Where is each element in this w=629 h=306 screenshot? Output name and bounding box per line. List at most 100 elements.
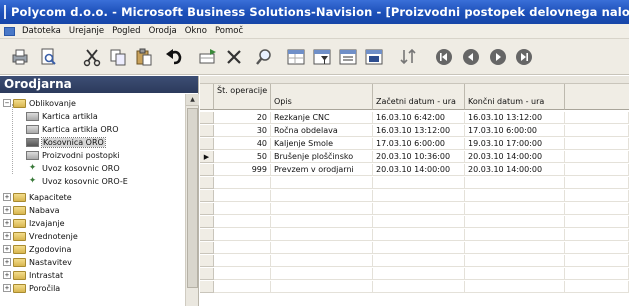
empty-cell[interactable] [465, 177, 565, 189]
show-all-icon[interactable] [362, 44, 386, 70]
tree-item-uvoz-kosovnic-oro-e[interactable]: ✦ Uvoz kosovnic ORO-E [26, 175, 128, 187]
empty-cell[interactable] [214, 281, 271, 293]
insert-icon[interactable] [196, 44, 220, 70]
empty-cell[interactable] [565, 203, 629, 215]
cell-st-operacije[interactable]: 20 [214, 112, 271, 124]
column-header-st-operacije[interactable]: Št. operacije [214, 84, 271, 110]
cell-koncni-datum[interactable]: 20.03.10 14:00:00 [465, 164, 565, 176]
tree-item-kosovnica-oro[interactable]: Kosovnica ORO [26, 136, 106, 148]
empty-cell[interactable] [465, 281, 565, 293]
empty-cell[interactable] [373, 216, 465, 228]
empty-cell[interactable] [373, 177, 465, 189]
tree-item-intrastat[interactable]: + Intrastat [3, 269, 63, 281]
expand-icon[interactable]: + [3, 219, 11, 227]
cell-st-operacije[interactable]: 50 [214, 151, 271, 163]
column-header-zacetni-datum[interactable]: Začetni datum - ura [373, 84, 465, 110]
copy-icon[interactable] [106, 44, 130, 70]
expand-icon[interactable]: + [3, 245, 11, 253]
row-selector[interactable] [200, 281, 214, 293]
next-record-icon[interactable] [486, 44, 510, 70]
field-filter-icon[interactable] [310, 44, 334, 70]
empty-cell[interactable] [373, 268, 465, 280]
empty-cell[interactable] [373, 229, 465, 241]
row-selector[interactable] [200, 125, 214, 137]
tree-item-izvajanje[interactable]: + Izvajanje [3, 217, 65, 229]
row-selector[interactable] [200, 216, 214, 228]
document-menu-icon[interactable] [4, 26, 15, 36]
collapse-icon[interactable]: − [3, 99, 11, 107]
tree-item-kartica-artikla[interactable]: Kartica artikla [26, 110, 98, 122]
empty-cell[interactable] [214, 177, 271, 189]
empty-cell[interactable] [565, 190, 629, 202]
print-preview-icon[interactable] [36, 44, 60, 70]
menu-pomoc[interactable]: Pomoč [211, 26, 247, 36]
empty-cell[interactable] [373, 281, 465, 293]
empty-cell[interactable] [565, 229, 629, 241]
tree-item-uvoz-kosovnic-oro[interactable]: ✦ Uvoz kosovnic ORO [26, 162, 120, 174]
cell-opis[interactable]: Ročna obdelava [271, 125, 373, 137]
cell-st-operacije[interactable]: 999 [214, 164, 271, 176]
menu-pogled[interactable]: Pogled [108, 26, 144, 36]
empty-cell[interactable] [373, 255, 465, 267]
menu-orodja[interactable]: Orodja [145, 26, 181, 36]
empty-cell[interactable] [271, 216, 373, 228]
cut-icon[interactable] [80, 44, 104, 70]
cell-zacetni-datum[interactable]: 17.03.10 6:00:00 [373, 138, 465, 150]
row-selector[interactable] [200, 229, 214, 241]
last-record-icon[interactable] [512, 44, 536, 70]
row-selector[interactable] [200, 203, 214, 215]
undo-icon[interactable] [163, 44, 187, 70]
empty-cell[interactable] [565, 216, 629, 228]
cell-zacetni-datum[interactable]: 20.03.10 10:36:00 [373, 151, 465, 163]
empty-cell[interactable] [271, 268, 373, 280]
tree-item-vrednotenje[interactable]: + Vrednotenje [3, 230, 78, 242]
cell-empty[interactable] [565, 125, 629, 137]
empty-cell[interactable] [465, 216, 565, 228]
cell-koncni-datum[interactable]: 20.03.10 14:00:00 [465, 151, 565, 163]
cell-empty[interactable] [565, 112, 629, 124]
scrollbar-thumb[interactable] [187, 108, 198, 288]
cell-zacetni-datum[interactable]: 20.03.10 14:00:00 [373, 164, 465, 176]
expand-icon[interactable]: + [3, 206, 11, 214]
cell-zacetni-datum[interactable]: 16.03.10 13:12:00 [373, 125, 465, 137]
expand-icon[interactable]: + [3, 232, 11, 240]
empty-cell[interactable] [271, 255, 373, 267]
menu-urejanje[interactable]: Urejanje [65, 26, 108, 36]
empty-cell[interactable] [465, 242, 565, 254]
empty-cell[interactable] [465, 229, 565, 241]
menu-okno[interactable]: Okno [181, 26, 211, 36]
empty-cell[interactable] [465, 190, 565, 202]
cell-empty[interactable] [565, 164, 629, 176]
find-icon[interactable] [252, 44, 276, 70]
navigation-scrollbar[interactable]: ▲ [185, 94, 199, 306]
empty-cell[interactable] [271, 229, 373, 241]
print-icon[interactable] [8, 44, 32, 70]
empty-cell[interactable] [373, 203, 465, 215]
cell-empty[interactable] [565, 151, 629, 163]
menu-datoteka[interactable]: Datoteka [18, 26, 65, 36]
cell-zacetni-datum[interactable]: 16.03.10 6:42:00 [373, 112, 465, 124]
tree-item-zgodovina[interactable]: + Zgodovina [3, 243, 71, 255]
cell-koncni-datum[interactable]: 19.03.10 17:00:00 [465, 138, 565, 150]
row-selector[interactable] [200, 190, 214, 202]
paste-icon[interactable] [132, 44, 156, 70]
row-selector[interactable]: ▶ [200, 151, 214, 163]
tree-item-kartica-artikla-oro[interactable]: Kartica artikla ORO [26, 123, 119, 135]
empty-cell[interactable] [214, 229, 271, 241]
cell-opis[interactable]: Prevzem v orodjarni [271, 164, 373, 176]
expand-icon[interactable]: + [3, 258, 11, 266]
cell-st-operacije[interactable]: 30 [214, 125, 271, 137]
row-selector[interactable] [200, 177, 214, 189]
expand-icon[interactable]: + [3, 271, 11, 279]
empty-cell[interactable] [565, 255, 629, 267]
flowfilter-icon[interactable] [336, 44, 360, 70]
filter-icon[interactable] [284, 44, 308, 70]
empty-cell[interactable] [373, 242, 465, 254]
cell-empty[interactable] [565, 138, 629, 150]
expand-icon[interactable]: + [3, 284, 11, 292]
empty-cell[interactable] [271, 203, 373, 215]
row-selector[interactable] [200, 255, 214, 267]
tree-item-nabava[interactable]: + Nabava [3, 204, 60, 216]
empty-cell[interactable] [214, 242, 271, 254]
tree-item-porocila[interactable]: + Poročila [3, 282, 60, 294]
